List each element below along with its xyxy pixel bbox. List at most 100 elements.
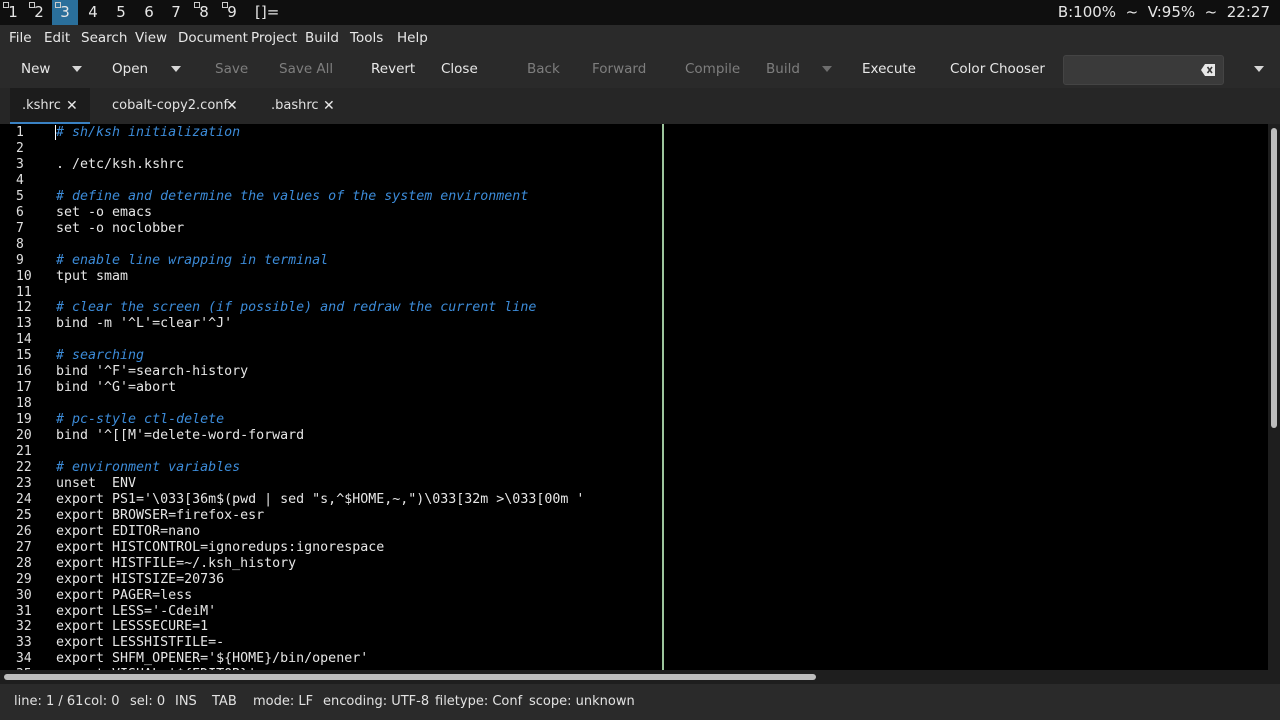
code-line[interactable]: export LESSHISTFILE=-	[56, 635, 224, 651]
line-number: 29	[16, 571, 32, 587]
code-line[interactable]: . /etc/ksh.kshrc	[56, 157, 184, 173]
menu-project[interactable]: Project	[251, 25, 297, 51]
close-tab-icon[interactable]: ✕	[323, 98, 335, 114]
workspace-9[interactable]: 9	[219, 0, 245, 25]
vertical-scrollbar[interactable]	[1268, 124, 1280, 670]
close-tab-icon[interactable]: ✕	[226, 98, 238, 114]
menu-edit[interactable]: Edit	[44, 25, 70, 51]
execute-button[interactable]: Execute	[862, 51, 916, 87]
close-tab-icon[interactable]: ✕	[66, 98, 78, 114]
code-comment-line[interactable]: # pc-style ctl-delete	[56, 412, 224, 428]
code-line[interactable]: export HISTSIZE=20736	[56, 572, 224, 588]
line-number: 17	[16, 380, 32, 396]
line-number: 33	[16, 635, 32, 651]
workspace-8[interactable]: 8	[191, 0, 217, 25]
line-number: 3	[16, 156, 24, 172]
menu-help[interactable]: Help	[397, 25, 428, 51]
save-button[interactable]: Save	[215, 51, 248, 87]
clear-icon[interactable]	[1201, 64, 1215, 76]
code-editor[interactable]: 1 2 3 4 5 6 7 8 9 10 11 12 13 14 15 16 17 18 19 20 21 22 23 24 2…	[0, 124, 1268, 670]
menu-document[interactable]: Document	[178, 25, 248, 51]
menu-tools[interactable]: Tools	[350, 25, 383, 51]
status-scope: scope: unknown	[529, 694, 635, 709]
status-insert-mode: INS	[175, 694, 197, 709]
line-number: 21	[16, 444, 32, 459]
new-dropdown-arrow-icon[interactable]	[72, 66, 82, 72]
menu-file[interactable]: File	[9, 25, 32, 51]
status-encoding: encoding: UTF-8	[323, 694, 430, 709]
code-line[interactable]: set -o emacs	[56, 205, 152, 221]
vertical-scrollbar-thumb[interactable]	[1271, 128, 1277, 428]
code-line[interactable]: bind '^G'=abort	[56, 380, 176, 396]
code-line[interactable]: export PAGER=less	[56, 588, 192, 604]
status-sel: sel: 0	[130, 694, 166, 709]
line-number: 19	[16, 412, 32, 428]
workspace-1[interactable]: 1	[0, 0, 26, 25]
line-number: 14	[16, 332, 32, 348]
workspace-6[interactable]: 6	[136, 0, 162, 25]
line-number: 22	[16, 459, 32, 475]
code-line[interactable]: export PS1='\033[36m$(pwd | sed "s,^$HOM…	[56, 492, 584, 508]
line-number: 23	[16, 475, 32, 491]
code-comment-line[interactable]: # define and determine the values of the…	[56, 189, 528, 205]
code-line[interactable]: export EDITOR=nano	[56, 524, 200, 540]
toolbar-overflow-arrow-icon[interactable]	[1254, 66, 1264, 72]
tab-bar: .kshrc ✕ cobalt-copy2.conf ✕ .bashrc ✕	[0, 88, 1280, 124]
build-button[interactable]: Build	[766, 51, 800, 87]
tab-cobalt-copy2-conf[interactable]: cobalt-copy2.conf ✕	[100, 88, 250, 124]
layout-indicator[interactable]: []=	[255, 0, 279, 25]
code-line[interactable]: bind '^[[M'=delete-word-forward	[56, 428, 304, 444]
code-line[interactable]: set -o noclobber	[56, 221, 184, 237]
line-number: 30	[16, 587, 32, 603]
code-comment-line[interactable]: # sh/ksh initialization	[56, 125, 240, 141]
save-all-button[interactable]: Save All	[279, 51, 333, 87]
tab-kshrc[interactable]: .kshrc ✕	[10, 88, 90, 124]
forward-button[interactable]: Forward	[592, 51, 646, 87]
line-number: 26	[16, 523, 32, 539]
code-line[interactable]: export SHFM_OPENER='${HOME}/bin/opener'	[56, 651, 368, 667]
text-cursor	[55, 125, 56, 140]
code-comment-line[interactable]: # clear the screen (if possible) and red…	[56, 300, 536, 316]
line-number: 10	[16, 268, 32, 284]
menu-build[interactable]: Build	[305, 25, 339, 51]
code-line[interactable]: export LESS='-CdeiM'	[56, 604, 216, 620]
code-line[interactable]: unset ENV	[56, 476, 136, 492]
code-line[interactable]: export BROWSER=firefox-esr	[56, 508, 264, 524]
code-comment-line[interactable]: # searching	[56, 348, 144, 364]
line-number: 20	[16, 428, 32, 444]
line-number: 6	[16, 204, 24, 220]
close-button[interactable]: Close	[441, 51, 478, 87]
menu-search[interactable]: Search	[81, 25, 127, 51]
line-number-gutter: 1 2 3 4 5 6 7 8 9 10 11 12 13 14 15 16 17 18 19 20 21 22 23 24 2…	[0, 124, 48, 670]
workspace-3[interactable]: 3	[52, 0, 78, 25]
code-line[interactable]: export LESSSECURE=1	[56, 619, 208, 635]
open-dropdown-arrow-icon[interactable]	[171, 66, 181, 72]
workspace-5[interactable]: 5	[108, 0, 134, 25]
code-comment-line[interactable]: # environment variables	[56, 460, 240, 476]
line-number: 9	[16, 252, 24, 268]
menu-view[interactable]: View	[135, 25, 167, 51]
tab-bashrc[interactable]: .bashrc ✕	[260, 88, 344, 124]
new-button[interactable]: New	[21, 51, 50, 87]
build-dropdown-arrow-icon[interactable]	[822, 66, 832, 72]
open-button[interactable]: Open	[112, 51, 148, 87]
status-col: col: 0	[84, 694, 120, 709]
compile-button[interactable]: Compile	[685, 51, 740, 87]
toolbar-search-input[interactable]	[1063, 55, 1224, 85]
code-comment-line[interactable]: # enable line wrapping in terminal	[56, 253, 328, 269]
workspace-4[interactable]: 4	[80, 0, 106, 25]
workspace-7[interactable]: 7	[163, 0, 189, 25]
color-chooser-button[interactable]: Color Chooser	[950, 51, 1045, 87]
revert-button[interactable]: Revert	[371, 51, 415, 87]
line-number: 11	[16, 284, 32, 300]
code-line[interactable]: bind -m '^L'=clear'^J'	[56, 316, 232, 332]
code-line[interactable]: bind '^F'=search-history	[56, 364, 248, 380]
code-line[interactable]: tput smam	[56, 269, 128, 285]
line-number: 5	[16, 188, 24, 204]
code-line[interactable]: export HISTCONTROL=ignoredups:ignorespac…	[56, 540, 384, 556]
horizontal-scrollbar[interactable]	[0, 670, 1280, 684]
code-line[interactable]: export HISTFILE=~/.ksh_history	[56, 556, 296, 572]
back-button[interactable]: Back	[527, 51, 560, 87]
horizontal-scrollbar-thumb[interactable]	[4, 674, 816, 680]
workspace-2[interactable]: 2	[26, 0, 52, 25]
